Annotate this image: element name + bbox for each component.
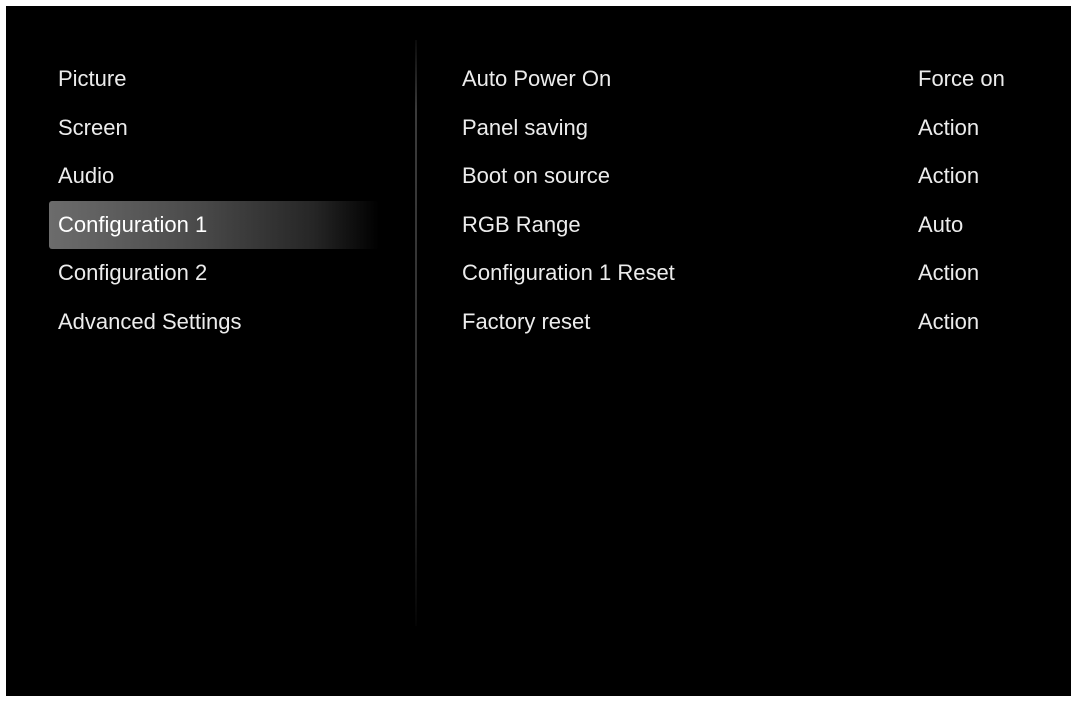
menu-item-audio[interactable]: Audio bbox=[49, 152, 379, 201]
setting-row-configuration-1-reset[interactable]: Configuration 1 Reset Action bbox=[462, 249, 1052, 298]
setting-label: Panel saving bbox=[462, 114, 588, 140]
setting-value: Auto bbox=[918, 211, 964, 237]
setting-row-factory-reset[interactable]: Factory reset Action bbox=[462, 298, 1052, 347]
setting-value: Force on bbox=[918, 66, 1005, 92]
setting-value: Action bbox=[918, 163, 980, 189]
setting-value: Action bbox=[918, 308, 980, 334]
setting-row-panel-saving[interactable]: Panel saving Action bbox=[462, 104, 1052, 153]
vertical-divider bbox=[415, 40, 417, 626]
setting-value: Action bbox=[918, 260, 980, 286]
menu-item-label: Advanced Settings bbox=[58, 308, 242, 334]
setting-label: Auto Power On bbox=[462, 66, 612, 92]
menu-item-advanced-settings[interactable]: Advanced Settings bbox=[49, 298, 379, 347]
setting-label: Factory reset bbox=[462, 308, 591, 334]
setting-row-rgb-range[interactable]: RGB Range Auto bbox=[462, 201, 1052, 250]
tv-settings-screen: Picture Screen Audio Configuration 1 Con… bbox=[6, 6, 1071, 696]
menu-item-label: Picture bbox=[58, 66, 127, 92]
menu-item-screen[interactable]: Screen bbox=[49, 104, 379, 153]
setting-row-auto-power-on[interactable]: Auto Power On Force on bbox=[462, 55, 1052, 104]
setting-row-boot-on-source[interactable]: Boot on source Action bbox=[462, 152, 1052, 201]
menu-item-label: Configuration 2 bbox=[58, 260, 208, 286]
setting-label: Configuration 1 Reset bbox=[462, 260, 675, 286]
menu-item-configuration-2[interactable]: Configuration 2 bbox=[49, 249, 379, 298]
settings-list: Auto Power On Force on Panel saving Acti… bbox=[462, 55, 1052, 346]
menu-item-label: Configuration 1 bbox=[58, 211, 208, 237]
menu-item-configuration-1[interactable]: Configuration 1 bbox=[49, 200, 379, 249]
category-menu: Picture Screen Audio Configuration 1 Con… bbox=[49, 55, 379, 346]
setting-value: Action bbox=[918, 114, 980, 140]
menu-item-picture[interactable]: Picture bbox=[49, 55, 379, 104]
setting-label: RGB Range bbox=[462, 211, 581, 237]
setting-label: Boot on source bbox=[462, 163, 610, 189]
menu-item-label: Screen bbox=[58, 114, 128, 140]
menu-item-label: Audio bbox=[58, 163, 115, 189]
